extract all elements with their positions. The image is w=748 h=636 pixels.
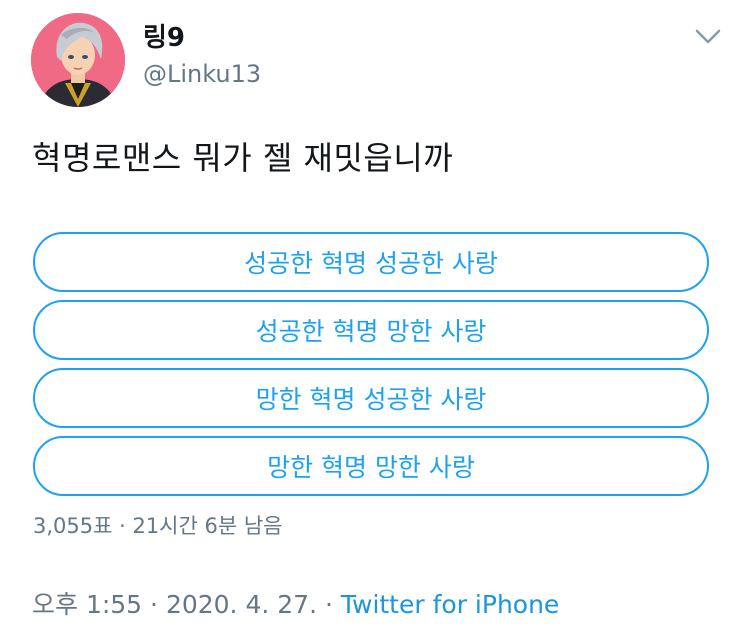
poll-vote-count-and-time-left: 3,055표 · 21시간 6분 남음	[33, 514, 283, 538]
footer-separator: ·	[317, 590, 341, 619]
poll-option-2[interactable]: 성공한 혁명 망한 사랑	[33, 300, 709, 360]
tweet-footer: 오후 1:55 · 2020. 4. 27. · Twitter for iPh…	[32, 588, 559, 622]
footer-separator: ·	[142, 590, 166, 619]
poll-option-3[interactable]: 망한 혁명 성공한 사랑	[33, 368, 709, 428]
tweet-source-link[interactable]: Twitter for iPhone	[341, 590, 559, 619]
chevron-down-glyph	[695, 29, 721, 44]
author-handle[interactable]: @Linku13	[143, 58, 261, 90]
tweet-date[interactable]: 2020. 4. 27.	[166, 590, 317, 619]
poll-option-4[interactable]: 망한 혁명 망한 사랑	[33, 436, 709, 496]
tweet-time[interactable]: 오후 1:55	[32, 590, 142, 619]
tweet-text: 혁명로맨스 뭐가 젤 재밋읍니까	[32, 139, 454, 177]
avatar[interactable]	[31, 13, 125, 107]
chevron-down-icon[interactable]	[693, 24, 723, 48]
poll-option-1[interactable]: 성공한 혁명 성공한 사랑	[33, 232, 709, 292]
avatar-portrait-image	[31, 13, 125, 107]
author-display-name[interactable]: 링9	[143, 22, 185, 54]
